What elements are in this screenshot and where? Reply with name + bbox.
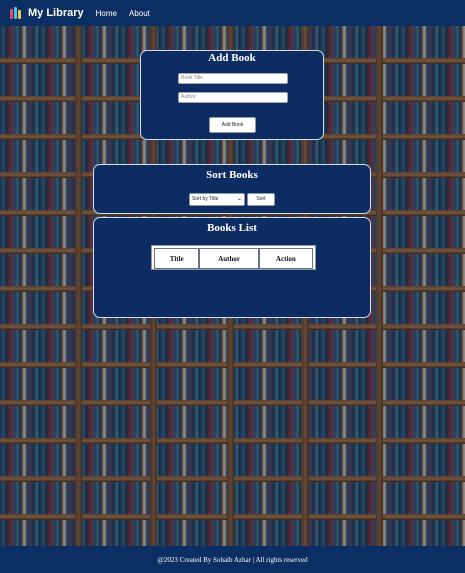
books-list-title: Books List (207, 222, 257, 234)
book-title-input[interactable]: Book Title (178, 73, 288, 84)
sort-books-title: Sort Books (206, 169, 258, 181)
nav-link-about[interactable]: About (129, 9, 150, 18)
footer: @2023 Created By Sohaib Azhar | All righ… (0, 546, 465, 573)
author-input[interactable]: Author (178, 92, 288, 103)
books-table: Title Author Action (151, 245, 316, 270)
books-icon (10, 7, 24, 19)
sort-select-value: Sort by Title (192, 196, 219, 202)
footer-text: @2023 Created By Sohaib Azhar | All righ… (157, 555, 308, 564)
sort-books-card: Sort Books Sort by Title ⌄ Sort (93, 164, 371, 214)
add-book-title: Add Book (208, 52, 256, 64)
chevron-down-icon: ⌄ (236, 196, 242, 202)
nav-link-home[interactable]: Home (96, 9, 117, 18)
add-book-button[interactable]: Add Book (209, 117, 256, 133)
column-header-author: Author (199, 248, 259, 269)
navbar: My Library Home About (0, 0, 465, 26)
sort-select[interactable]: Sort by Title ⌄ (189, 193, 245, 206)
column-header-title: Title (154, 248, 200, 269)
brand-name[interactable]: My Library (28, 7, 84, 19)
books-list-card: Books List Title Author Action (93, 217, 371, 318)
add-book-card: Add Book Book Title Author Add Book (140, 50, 324, 140)
column-header-action: Action (258, 248, 313, 269)
sort-button[interactable]: Sort (247, 193, 275, 206)
